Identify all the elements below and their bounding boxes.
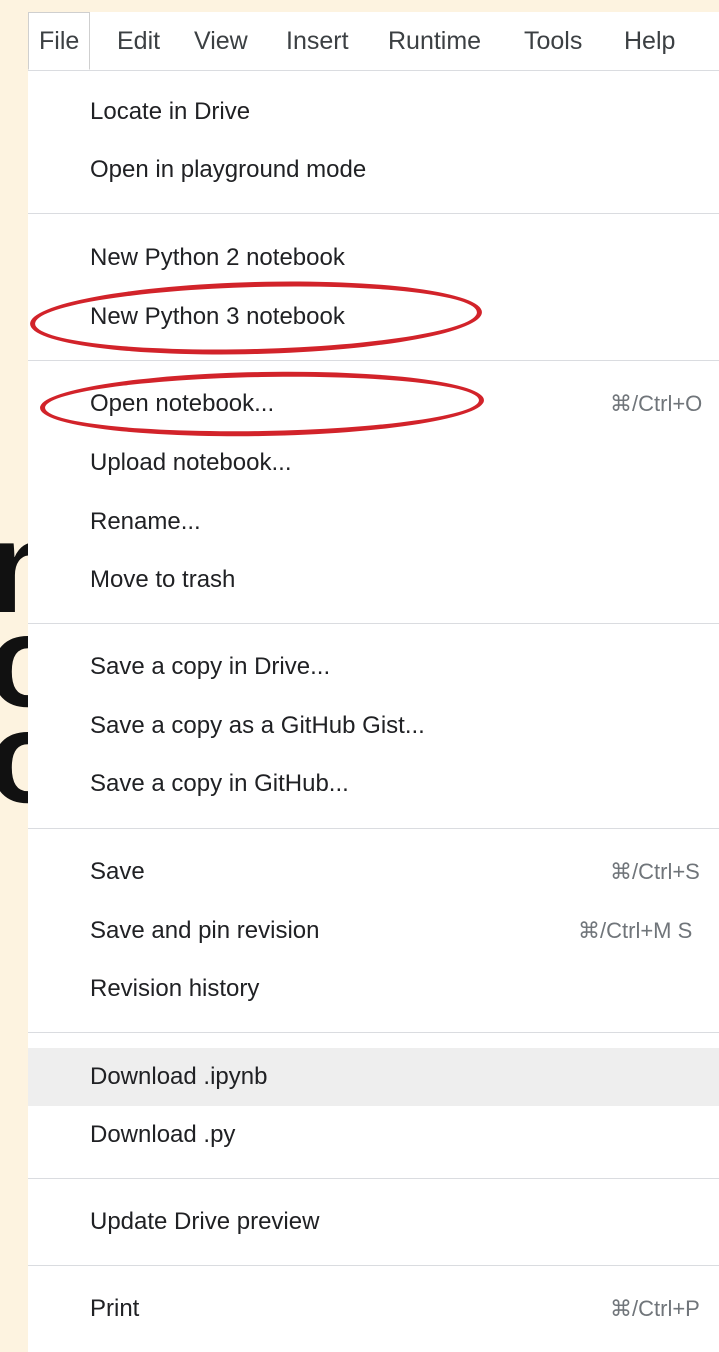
menu-item-shortcut: ⌘/Ctrl+P [610, 1296, 700, 1321]
menu-item-label: Open in playground mode [90, 156, 367, 183]
menu-item-label: Update Drive preview [90, 1208, 320, 1235]
menu-separator [28, 360, 719, 361]
menu-item-rename[interactable]: Rename... [28, 493, 719, 551]
menu-item-shortcut: ⌘/Ctrl+M S [578, 918, 693, 943]
menu-item-download-ipynb[interactable]: Download .ipynb [28, 1048, 719, 1106]
background-text-fragment: n o o [0, 0, 28, 1344]
menu-item-open-notebook[interactable]: Open notebook... ⌘/Ctrl+O [28, 375, 719, 433]
menu-separator [28, 213, 719, 214]
menu-item-label: Save and pin revision [90, 917, 320, 944]
menu-item-shortcut: ⌘/Ctrl+S [610, 859, 700, 884]
menu-item-label: Print [90, 1295, 140, 1322]
menu-item-label: Download .py [90, 1121, 236, 1148]
menu-separator [28, 1032, 719, 1033]
menu-item-label: New Python 2 notebook [90, 244, 345, 271]
menu-tools[interactable]: Tools [524, 12, 582, 70]
menu-item-download-py[interactable]: Download .py [28, 1106, 719, 1164]
menu-item-label: Move to trash [90, 566, 236, 593]
colab-window: File Edit View Insert Runtime Tools Help… [28, 12, 719, 1352]
menu-item-move-to-trash[interactable]: Move to trash [28, 551, 719, 609]
menu-item-label: Upload notebook... [90, 449, 292, 476]
menu-separator [28, 1178, 719, 1179]
menu-item-open-in-playground-mode[interactable]: Open in playground mode [28, 141, 719, 199]
menu-bar: File Edit View Insert Runtime Tools Help [28, 12, 719, 71]
menu-item-label: New Python 3 notebook [90, 303, 345, 330]
menu-item-save-copy-in-drive[interactable]: Save a copy in Drive... [28, 638, 719, 696]
menu-item-label: Revision history [90, 975, 260, 1002]
menu-runtime[interactable]: Runtime [388, 12, 481, 70]
menu-separator [28, 623, 719, 624]
menu-item-update-drive-preview[interactable]: Update Drive preview [28, 1193, 719, 1251]
background-glyph: o [0, 692, 28, 822]
menu-insert[interactable]: Insert [286, 12, 349, 70]
menu-item-save-and-pin-revision[interactable]: Save and pin revision ⌘/Ctrl+M S [28, 902, 719, 960]
menu-item-revision-history[interactable]: Revision history [28, 960, 719, 1018]
menu-item-save-copy-in-github[interactable]: Save a copy in GitHub... [28, 755, 719, 813]
menu-item-new-python-2-notebook[interactable]: New Python 2 notebook [28, 229, 719, 287]
menu-item-new-python-3-notebook[interactable]: New Python 3 notebook [28, 288, 719, 346]
menu-item-print[interactable]: Print ⌘/Ctrl+P [28, 1280, 719, 1338]
menu-item-save[interactable]: Save ⌘/Ctrl+S [28, 843, 719, 901]
menu-file[interactable]: File [28, 12, 91, 70]
menu-item-label: Save a copy in GitHub... [90, 770, 349, 797]
menu-edit[interactable]: Edit [117, 12, 160, 70]
menu-item-label: Save a copy in Drive... [90, 653, 331, 680]
menu-item-upload-notebook[interactable]: Upload notebook... [28, 434, 719, 492]
menu-item-label: Open notebook... [90, 390, 275, 417]
menu-help[interactable]: Help [624, 12, 675, 70]
menu-item-label: Locate in Drive [90, 98, 251, 125]
menu-item-label: Rename... [90, 508, 201, 535]
menu-item-save-copy-github-gist[interactable]: Save a copy as a GitHub Gist... [28, 697, 719, 755]
menu-separator [28, 828, 719, 829]
menu-item-label: Download .ipynb [90, 1063, 268, 1090]
menu-item-shortcut: ⌘/Ctrl+O [610, 391, 703, 416]
menu-item-label: Save a copy as a GitHub Gist... [90, 712, 425, 739]
menu-separator [28, 1265, 719, 1266]
menu-view[interactable]: View [194, 12, 248, 70]
menu-item-label: Save [90, 858, 145, 885]
menu-item-locate-in-drive[interactable]: Locate in Drive [28, 83, 719, 141]
